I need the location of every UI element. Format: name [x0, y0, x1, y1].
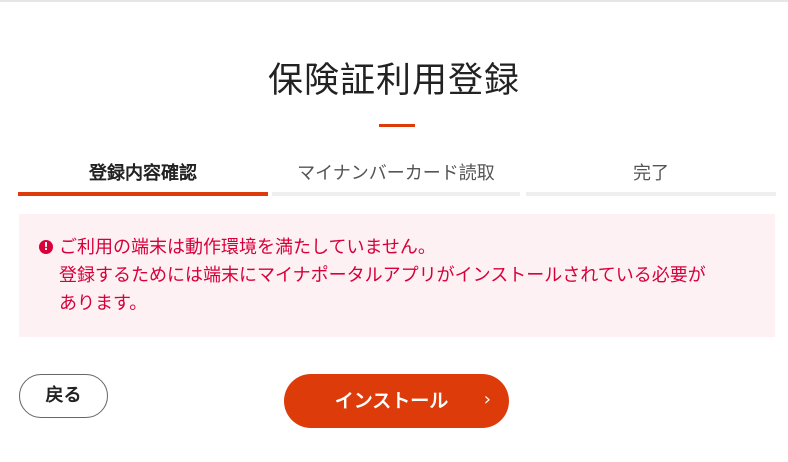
step-indicator-bar — [272, 192, 520, 196]
step-complete: 完了 — [526, 158, 776, 196]
chevron-right-icon: › — [483, 389, 491, 410]
progress-steps: 登録内容確認 マイナンバーカード読取 完了 — [18, 158, 776, 198]
back-button[interactable]: 戻る — [19, 374, 108, 418]
title-accent-line — [379, 124, 415, 127]
exclamation-circle-icon: ! — [39, 240, 53, 254]
step-indicator-bar — [526, 192, 776, 196]
alert-message-line: 登録するためには端末にマイナポータルアプリがインストールされている必要が — [59, 265, 706, 286]
install-button[interactable]: インストール › — [284, 374, 509, 428]
step-label: マイナンバーカード読取 — [297, 163, 495, 184]
step-label: 登録内容確認 — [89, 163, 197, 184]
step-label: 完了 — [633, 163, 669, 184]
install-button-label: インストール — [334, 390, 449, 412]
registration-page: 保険証利用登録 登録内容確認 マイナンバーカード読取 完了 ! ご利用の端末は動… — [0, 0, 788, 462]
error-alert: ! ご利用の端末は動作環境を満たしていません。 登録するためには端末にマイナポー… — [19, 214, 775, 337]
alert-message-line: ご利用の端末は動作環境を満たしていません。 — [59, 237, 436, 258]
step-card-read: マイナンバーカード読取 — [272, 158, 520, 196]
page-title: 保険証利用登録 — [267, 61, 520, 101]
alert-message-line: あります。 — [59, 293, 148, 314]
step-confirm: 登録内容確認 — [18, 158, 268, 196]
step-indicator-bar — [18, 192, 268, 196]
top-divider — [0, 0, 788, 2]
